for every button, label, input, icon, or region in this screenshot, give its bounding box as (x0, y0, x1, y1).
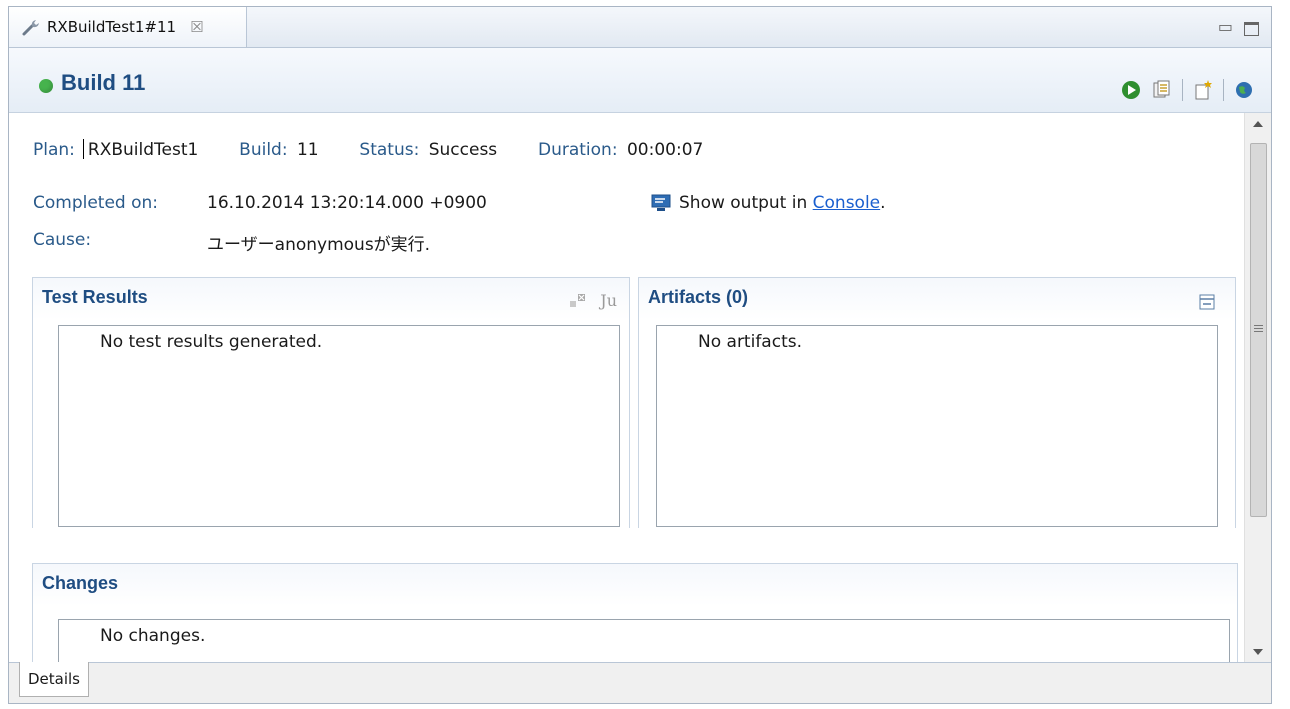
changes-section: Changes No changes. (32, 563, 1238, 663)
test-results-toolbar: Ju (568, 291, 617, 310)
plan-value[interactable]: RXBuildTest1 (88, 140, 198, 160)
text-caret (82, 139, 84, 159)
console-suffix: . (880, 193, 886, 213)
header-toolbar (1120, 79, 1255, 101)
test-results-message: No test results generated. (100, 332, 323, 352)
vertical-scrollbar[interactable] (1244, 113, 1271, 663)
console-monitor-icon (651, 194, 671, 211)
completed-label: Completed on: (33, 193, 159, 213)
artifacts-message: No artifacts. (698, 332, 802, 352)
status-success-icon (39, 79, 53, 93)
test-results-title[interactable]: Test Results (42, 287, 148, 308)
open-browser-icon[interactable] (1233, 79, 1255, 101)
status-label: Status: (359, 140, 420, 160)
changes-message: No changes. (100, 626, 206, 646)
artifacts-toolbar (1199, 294, 1215, 310)
cause-label: Cause: (33, 230, 92, 250)
console-prefix: Show output in (679, 193, 808, 213)
open-log-icon[interactable] (1151, 79, 1173, 101)
junit-icon[interactable]: Ju (600, 291, 617, 310)
cause-value: ユーザーanonymousが実行. (207, 235, 431, 255)
editor-tab-bar: RXBuildTest1#11 ☒ ▭ (9, 7, 1271, 48)
test-results-section: Test Results Ju No test results generate… (32, 277, 630, 528)
build-editor: RXBuildTest1#11 ☒ ▭ Build 11 Plan: RXBui… (8, 6, 1272, 704)
changes-title[interactable]: Changes (42, 573, 118, 594)
editor-tab-title: RXBuildTest1#11 (47, 18, 177, 36)
changes-box: No changes. (58, 619, 1230, 663)
minimize-icon[interactable]: ▭ (1218, 17, 1233, 36)
test-results-box: No test results generated. (58, 325, 620, 527)
new-file-icon[interactable] (1192, 79, 1214, 101)
completed-value: 16.10.2014 13:20:14.000 +0900 (207, 193, 487, 213)
maximize-icon[interactable] (1244, 22, 1259, 36)
artifacts-section: Artifacts (0) No artifacts. (638, 277, 1236, 528)
form-body: Plan: RXBuildTest1 Build: 11 Status: Succ… (9, 113, 1245, 663)
artifacts-box: No artifacts. (656, 325, 1218, 527)
collapse-all-icon[interactable] (1199, 294, 1215, 310)
close-icon[interactable]: ☒ (190, 18, 203, 36)
editor-page-tabs: Details (9, 662, 1271, 703)
editor-tab[interactable]: RXBuildTest1#11 ☒ (9, 7, 247, 47)
build-value: 11 (296, 140, 319, 160)
status-value: Success (428, 140, 498, 160)
form-header: Build 11 (9, 48, 1271, 113)
plan-label: Plan: (33, 140, 75, 160)
build-label: Build: (239, 140, 288, 160)
scroll-up-arrow-icon[interactable] (1253, 121, 1263, 127)
artifacts-title[interactable]: Artifacts (0) (648, 287, 748, 308)
toolbar-separator (1182, 79, 1183, 101)
duration-value: 00:00:07 (626, 140, 704, 160)
scrollbar-grip-icon (1254, 325, 1263, 326)
scroll-down-arrow-icon[interactable] (1253, 649, 1263, 655)
run-build-icon[interactable] (1120, 79, 1142, 101)
wrench-icon (22, 20, 39, 36)
console-link[interactable]: Console (813, 193, 881, 213)
scrollbar-thumb[interactable] (1250, 143, 1267, 517)
page-title: Build 11 (61, 70, 146, 95)
test-failures-filter-icon[interactable] (568, 292, 588, 310)
summary-row: Plan: RXBuildTest1 Build: 11 Status: Succ… (33, 139, 707, 160)
tab-details[interactable]: Details (19, 662, 90, 697)
duration-label: Duration: (537, 140, 618, 160)
console-output-row: Show output in Console. (651, 193, 886, 213)
toolbar-separator (1223, 79, 1224, 101)
